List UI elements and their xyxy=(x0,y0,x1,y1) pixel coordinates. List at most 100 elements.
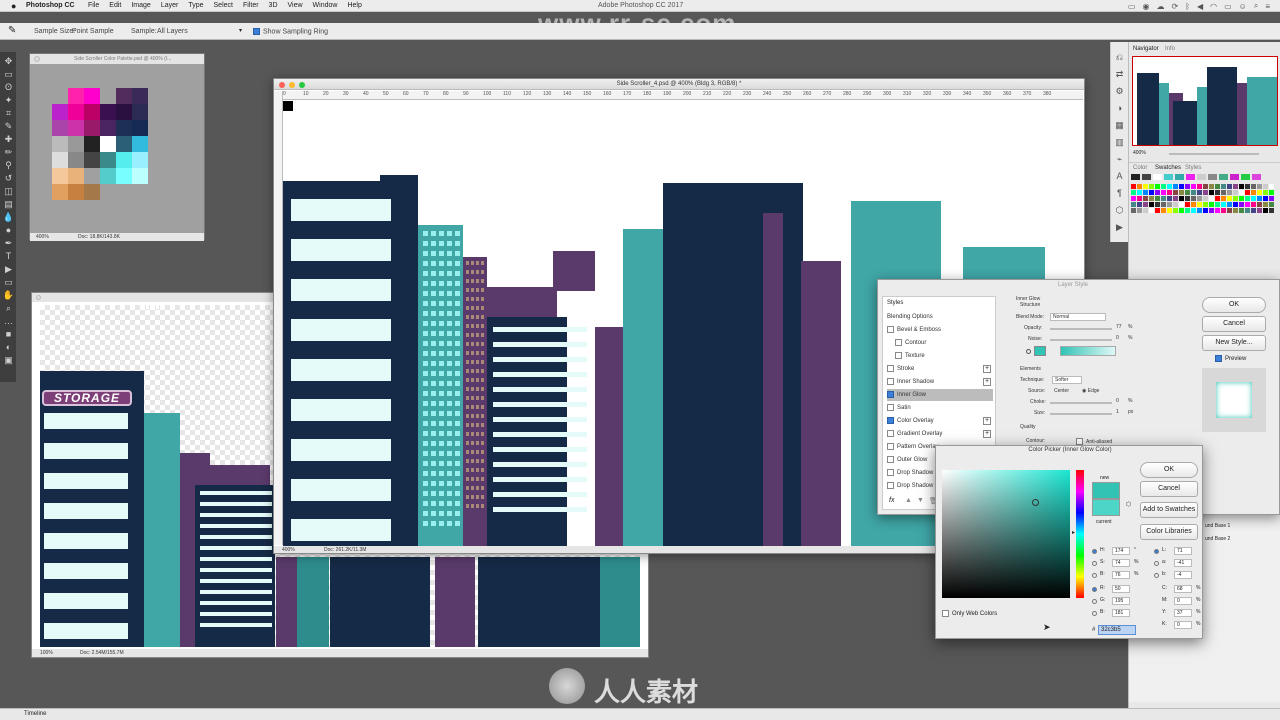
swatch[interactable] xyxy=(1179,202,1184,207)
eyedropper-tool-icon[interactable]: ✎ xyxy=(2,121,15,132)
swatch[interactable] xyxy=(1221,190,1226,195)
swatch[interactable] xyxy=(1173,196,1178,201)
field-value[interactable]: 174 xyxy=(1112,547,1130,555)
cast-icon[interactable]: ▭ xyxy=(1128,2,1136,11)
timeline-tab[interactable]: Timeline xyxy=(24,711,46,717)
swatch[interactable] xyxy=(1239,184,1244,189)
swatch[interactable] xyxy=(1230,174,1239,180)
swatch[interactable] xyxy=(1233,184,1238,189)
swatch[interactable] xyxy=(1164,174,1173,180)
cloud-icon[interactable]: ☁ xyxy=(1156,2,1164,11)
layer-style-cancel-button[interactable]: Cancel xyxy=(1202,316,1266,332)
field-value[interactable]: 71 xyxy=(1174,547,1192,555)
style-item[interactable]: Stroke + xyxy=(887,363,993,375)
swatch[interactable] xyxy=(1175,174,1184,180)
mode-radio[interactable] xyxy=(1092,561,1097,566)
swatch[interactable] xyxy=(1252,174,1261,180)
mode-radio[interactable] xyxy=(1154,561,1159,566)
history-brush-tool-icon[interactable]: ↺ xyxy=(2,173,15,184)
swatch[interactable] xyxy=(1227,196,1232,201)
swatch[interactable] xyxy=(1185,190,1190,195)
down-arrow-icon[interactable]: ▼ xyxy=(917,497,924,504)
swatch[interactable] xyxy=(1245,202,1250,207)
tab-swatches[interactable]: Swatches xyxy=(1155,163,1181,173)
style-checkbox[interactable] xyxy=(887,442,894,450)
menu-filter[interactable]: Filter xyxy=(243,0,259,12)
zoom-slider[interactable] xyxy=(1169,153,1259,155)
swatch[interactable] xyxy=(1209,202,1214,207)
noise-slider[interactable] xyxy=(1050,339,1112,341)
swatch[interactable] xyxy=(1143,184,1148,189)
swatch[interactable] xyxy=(1191,202,1196,207)
screen-mode-tool-icon[interactable]: ▣ xyxy=(2,355,15,366)
tab-styles[interactable]: Styles xyxy=(1185,163,1201,173)
hsb-field[interactable]: B: 76% xyxy=(1092,571,1142,581)
swatch[interactable] xyxy=(1167,196,1172,201)
app-menu[interactable]: Photoshop CC xyxy=(26,0,75,12)
swatch[interactable] xyxy=(1197,190,1202,195)
lab-field[interactable]: L: 71 xyxy=(1154,547,1204,557)
actions-panel-icon[interactable]: ⇄ xyxy=(1113,69,1126,80)
swatch[interactable] xyxy=(1227,190,1232,195)
mode-radio[interactable] xyxy=(1154,573,1159,578)
swatch[interactable] xyxy=(1215,196,1220,201)
swatch[interactable] xyxy=(1245,196,1250,201)
swatch[interactable] xyxy=(1221,196,1226,201)
swatch[interactable] xyxy=(1221,208,1226,213)
swatch[interactable] xyxy=(1149,184,1154,189)
bluetooth-icon[interactable]: ᛒ xyxy=(1185,2,1190,11)
dodge-tool-icon[interactable]: ● xyxy=(2,225,15,236)
list-icon[interactable]: ≡ xyxy=(1265,2,1270,11)
swatch[interactable] xyxy=(1186,174,1195,180)
style-item[interactable]: Inner Shadow + xyxy=(887,376,993,388)
swatch[interactable] xyxy=(1203,208,1208,213)
swatch[interactable] xyxy=(1215,208,1220,213)
swatch[interactable] xyxy=(1197,184,1202,189)
up-arrow-icon[interactable]: ▲ xyxy=(905,497,912,504)
marquee-tool-icon[interactable]: ▭ xyxy=(2,69,15,80)
style-checkbox[interactable] xyxy=(887,416,894,424)
swatch[interactable] xyxy=(1251,184,1256,189)
layer-item[interactable]: und Base 2 xyxy=(1205,536,1230,542)
path-select-tool-icon[interactable]: ▶ xyxy=(2,264,15,275)
rgb-field[interactable]: R: 50 xyxy=(1092,585,1142,595)
only-web-checkbox[interactable]: Only Web Colors xyxy=(942,610,997,617)
swatch[interactable] xyxy=(1227,184,1232,189)
swatch[interactable] xyxy=(1257,208,1262,213)
hsb-field[interactable]: H: 174 ° xyxy=(1092,547,1142,557)
add-to-swatches-button[interactable]: Add to Swatches xyxy=(1140,502,1198,518)
menu-window[interactable]: Window xyxy=(313,0,338,12)
swatch[interactable] xyxy=(1155,202,1160,207)
swatch[interactable] xyxy=(1167,202,1172,207)
stamp-tool-icon[interactable]: ⚲ xyxy=(2,160,15,171)
swatch[interactable] xyxy=(1257,184,1262,189)
brush-tool-icon[interactable]: ✏ xyxy=(2,147,15,158)
swatch[interactable] xyxy=(1263,190,1268,195)
show-ring-checkbox[interactable]: Show Sampling Ring xyxy=(253,28,328,35)
swatch[interactable] xyxy=(1269,196,1274,201)
style-item[interactable]: Color Overlay + xyxy=(887,415,993,427)
field-value[interactable]: -41 xyxy=(1174,559,1192,567)
style-checkbox[interactable] xyxy=(887,481,894,489)
swatch[interactable] xyxy=(1179,190,1184,195)
cmyk-field[interactable]: C: 68% xyxy=(1154,585,1204,595)
battery-icon[interactable]: ▭ xyxy=(1224,2,1232,11)
style-checkbox[interactable] xyxy=(887,429,894,437)
zoom-button[interactable] xyxy=(299,82,305,88)
mode-radio[interactable] xyxy=(1092,549,1097,554)
swatch[interactable] xyxy=(1155,208,1160,213)
swatch[interactable] xyxy=(1185,208,1190,213)
swatch[interactable] xyxy=(1251,208,1256,213)
shape-tool-icon[interactable]: ▭ xyxy=(2,277,15,288)
add-style-icon[interactable]: + xyxy=(983,378,991,386)
mode-radio[interactable] xyxy=(1092,599,1097,604)
swatch[interactable] xyxy=(1185,184,1190,189)
swatch[interactable] xyxy=(1137,208,1142,213)
hand-tool-icon[interactable]: ✋ xyxy=(2,290,15,301)
style-item[interactable]: Satin xyxy=(887,402,993,414)
zoom-tool-icon[interactable]: ⌕ xyxy=(2,303,15,314)
hex-input[interactable]: 32c3b5 xyxy=(1098,625,1136,635)
swatch[interactable] xyxy=(1227,208,1232,213)
current-color-swatch[interactable] xyxy=(1092,499,1120,516)
layers-panel-icon[interactable]: ▦ xyxy=(1113,120,1126,131)
